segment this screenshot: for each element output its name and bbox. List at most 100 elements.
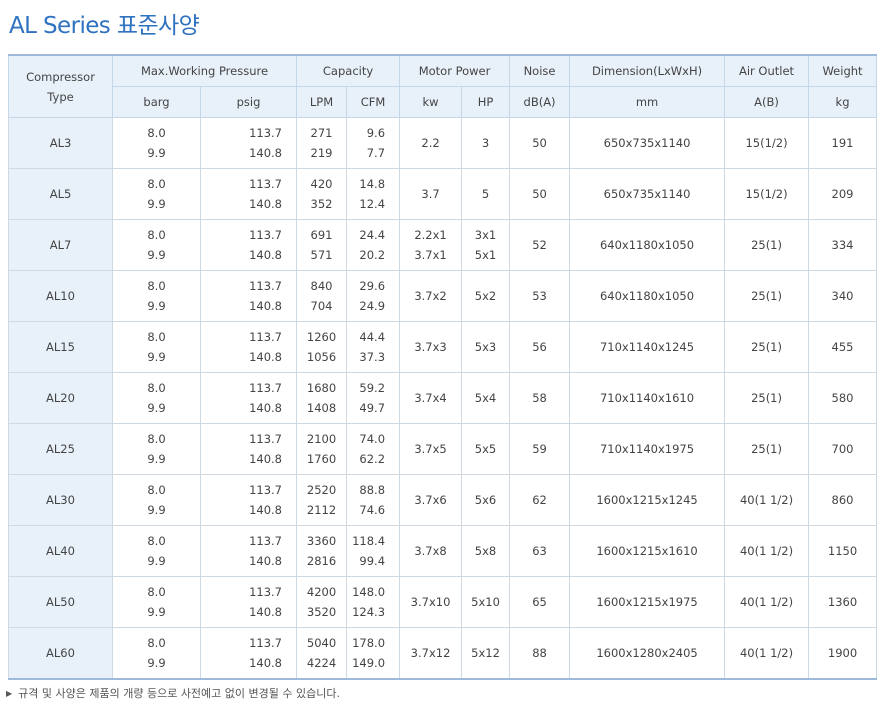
cell-kw-value: 3.7x12: [410, 646, 451, 660]
cell-barg-value: 9.9: [147, 554, 166, 568]
cell-weight: 1360: [808, 576, 878, 628]
cell-cfm: 9.6 7.7: [346, 117, 401, 169]
cell-air-outlet: 40(1 1/2): [724, 474, 810, 526]
table-row: AL7 8.0 9.9 113.7 140.8 691 571 24.4 20.2 2.2x1 3.…: [8, 219, 878, 271]
cell-weight: 1900: [808, 627, 878, 680]
cell-barg-value: 9.9: [147, 452, 166, 466]
cell-hp-value: 5x1: [474, 248, 497, 262]
cell-lpm: 420 352: [296, 168, 348, 220]
cell-cfm-value: 44.4: [359, 330, 386, 344]
cell-dimension: 1600x1215x1610: [569, 525, 726, 577]
header-row: Compressor Type Max.Working Pressure Cap…: [8, 54, 878, 118]
col-header-compressor-type: Compressor Type: [8, 54, 113, 118]
cell-cfm: 88.8 74.6: [346, 474, 401, 526]
cell-kw-value: 3.7x4: [414, 391, 447, 405]
cell-psig: 113.7 140.8: [199, 474, 298, 526]
cell-type: AL50: [8, 576, 113, 628]
cell-air-outlet: 40(1 1/2): [724, 627, 810, 680]
cell-dimension: 640x1180x1050: [569, 270, 726, 322]
footnote: ▶ 규격 및 사양은 제품의 개량 등으로 사전예고 없이 변경될 수 있습니다.: [6, 685, 340, 701]
cell-kw: 3.7x5: [399, 423, 463, 475]
table-row: AL30 8.0 9.9 113.7 140.8 2520 2112 88.8 74.6 3.7x…: [8, 474, 878, 526]
cell-hp-value: 3x1: [474, 228, 497, 242]
unit-barg: barg: [112, 86, 201, 118]
cell-hp-value: 5x2: [474, 289, 497, 303]
cell-kw-value: 3.7x1: [414, 248, 447, 262]
cell-barg-value: 8.0: [147, 177, 166, 191]
cell-cfm-value: 74.0: [359, 432, 386, 446]
cell-psig-value: 140.8: [249, 350, 283, 364]
cell-type: AL7: [8, 219, 113, 271]
cell-psig: 113.7 140.8: [199, 372, 298, 424]
cell-noise: 59: [509, 423, 571, 475]
cell-psig: 113.7 140.8: [199, 321, 298, 373]
cell-lpm-value: 1680: [306, 381, 337, 395]
cell-cfm-value: 74.6: [359, 503, 386, 517]
cell-noise: 58: [509, 372, 571, 424]
cell-hp-value: 3: [481, 136, 490, 150]
cell-psig-value: 140.8: [249, 248, 283, 262]
cell-hp-value: 5x3: [474, 340, 497, 354]
cell-cfm-value: 124.3: [352, 605, 386, 619]
cell-cfm-value: 37.3: [359, 350, 386, 364]
spec-table: Compressor Type Max.Working Pressure Cap…: [8, 54, 878, 680]
cell-psig-value: 113.7: [249, 432, 283, 446]
cell-barg-value: 8.0: [147, 381, 166, 395]
cell-cfm: 118.4 99.4: [346, 525, 401, 577]
cell-psig: 113.7 140.8: [199, 576, 298, 628]
cell-dimension: 710x1140x1610: [569, 372, 726, 424]
cell-hp: 5x10: [461, 576, 511, 628]
cell-kw: 3.7x6: [399, 474, 463, 526]
cell-air-outlet: 15(1/2): [724, 168, 810, 220]
cell-hp: 5x3: [461, 321, 511, 373]
cell-lpm: 3360 2816: [296, 525, 348, 577]
cell-lpm-value: 1260: [306, 330, 337, 344]
cell-noise: 62: [509, 474, 571, 526]
cell-barg-value: 8.0: [147, 330, 166, 344]
units-row: barg psig LPM CFM kw HP dB(A) mm A(B) kg: [9, 86, 878, 118]
cell-lpm-value: 1056: [306, 350, 337, 364]
cell-hp-value: 5x6: [474, 493, 497, 507]
footnote-text: 규격 및 사양은 제품의 개량 등으로 사전예고 없이 변경될 수 있습니다.: [18, 687, 340, 700]
cell-kw-value: 2.2x1: [414, 228, 447, 242]
cell-weight: 191: [808, 117, 878, 169]
cell-noise: 50: [509, 168, 571, 220]
cell-kw: 2.2: [399, 117, 463, 169]
cell-psig: 113.7 140.8: [199, 168, 298, 220]
cell-lpm: 1680 1408: [296, 372, 348, 424]
cell-kw: 3.7x3: [399, 321, 463, 373]
cell-cfm-value: 24.9: [359, 299, 386, 313]
cell-cfm: 44.4 37.3: [346, 321, 401, 373]
cell-hp: 5x2: [461, 270, 511, 322]
cell-psig-value: 113.7: [249, 177, 283, 191]
cell-cfm-value: 149.0: [352, 656, 386, 670]
cell-lpm-value: 2100: [306, 432, 337, 446]
cell-cfm-value: 9.6: [366, 126, 386, 140]
cell-psig: 113.7 140.8: [199, 219, 298, 271]
col-header-capacity: Capacity: [296, 54, 401, 87]
cell-lpm-value: 271: [310, 126, 333, 140]
cell-hp-value: 5x5: [474, 442, 497, 456]
cell-psig-value: 140.8: [249, 401, 283, 415]
cell-psig: 113.7 140.8: [199, 117, 298, 169]
cell-kw-value: 3.7x8: [414, 544, 447, 558]
cell-psig: 113.7 140.8: [199, 270, 298, 322]
cell-psig-value: 113.7: [249, 483, 283, 497]
cell-type: AL20: [8, 372, 113, 424]
cell-hp-value: 5: [481, 187, 490, 201]
cell-cfm-value: 88.8: [359, 483, 386, 497]
table-row: AL10 8.0 9.9 113.7 140.8 840 704 29.6 24.9 3.7x2 5…: [8, 270, 878, 322]
cell-psig-value: 140.8: [249, 656, 283, 670]
cell-dimension: 1600x1215x1975: [569, 576, 726, 628]
cell-psig-value: 113.7: [249, 636, 283, 650]
unit-kw: kw: [399, 86, 463, 118]
cell-type: AL30: [8, 474, 113, 526]
cell-lpm-value: 5040: [306, 636, 337, 650]
cell-hp-value: 5x8: [474, 544, 497, 558]
cell-barg-value: 8.0: [147, 228, 166, 242]
cell-barg-value: 9.9: [147, 146, 166, 160]
col-header-air-outlet: Air Outlet: [724, 54, 810, 87]
cell-air-outlet: 25(1): [724, 321, 810, 373]
cell-noise: 50: [509, 117, 571, 169]
cell-cfm-value: 178.0: [352, 636, 386, 650]
